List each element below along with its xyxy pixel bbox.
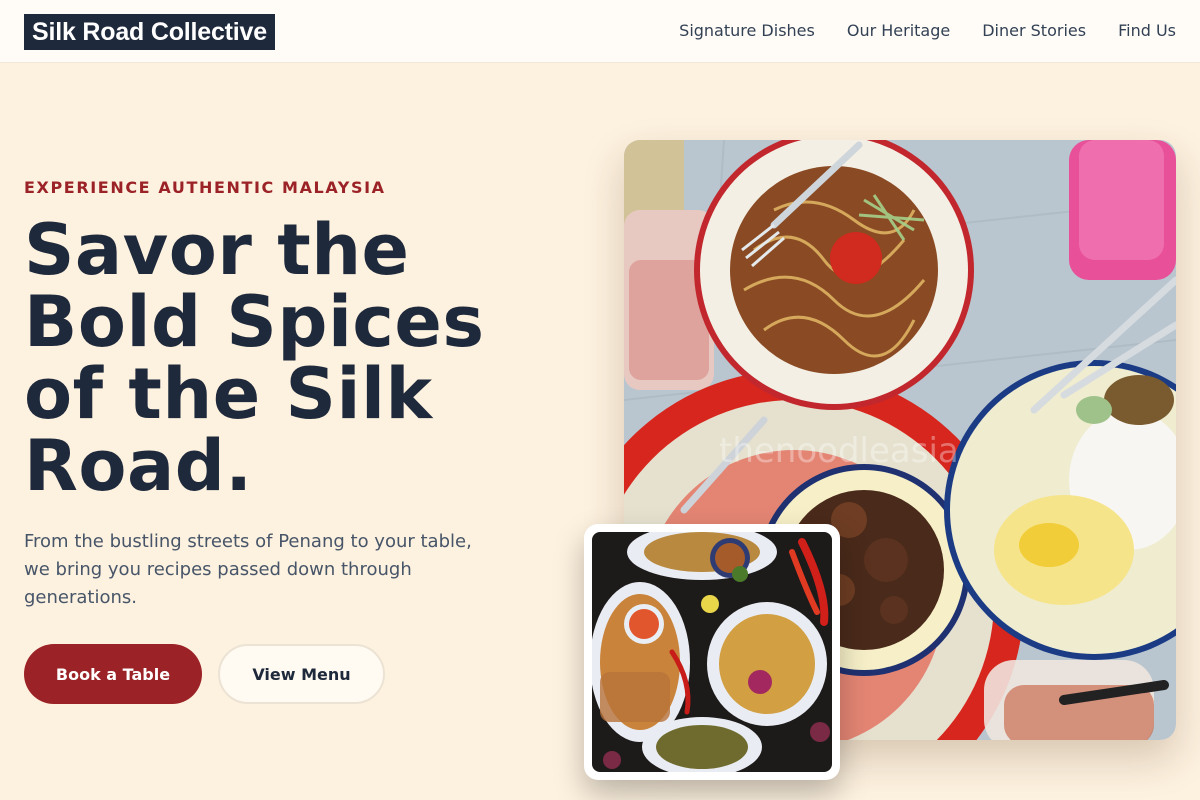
headline-line: Road. <box>24 425 253 507</box>
logo[interactable]: Silk Road Collective <box>24 14 275 50</box>
food-photo-icon <box>592 532 832 772</box>
nav-link-find-us[interactable]: Find Us <box>1118 20 1176 42</box>
inset-food-photo <box>584 524 840 780</box>
book-table-button[interactable]: Book a Table <box>24 644 202 704</box>
headline-line: Bold Spices <box>24 281 485 363</box>
main-nav: Signature Dishes Our Heritage Diner Stor… <box>679 20 1176 42</box>
watermark: thenoodleasia <box>719 431 959 471</box>
headline-line: of the Silk <box>24 353 433 435</box>
nav-link-our-heritage[interactable]: Our Heritage <box>847 20 950 42</box>
headline-line: Savor the <box>24 209 410 291</box>
site-header: Silk Road Collective Signature Dishes Ou… <box>0 0 1200 63</box>
view-menu-button[interactable]: View Menu <box>218 644 385 704</box>
hero-eyebrow: EXPERIENCE AUTHENTIC MALAYSIA <box>24 178 386 197</box>
nav-link-diner-stories[interactable]: Diner Stories <box>982 20 1086 42</box>
hero-headline: Savor the Bold Spices of the Silk Road. <box>24 214 544 502</box>
nav-link-signature-dishes[interactable]: Signature Dishes <box>679 20 815 42</box>
hero-lead: From the bustling streets of Penang to y… <box>24 531 472 608</box>
